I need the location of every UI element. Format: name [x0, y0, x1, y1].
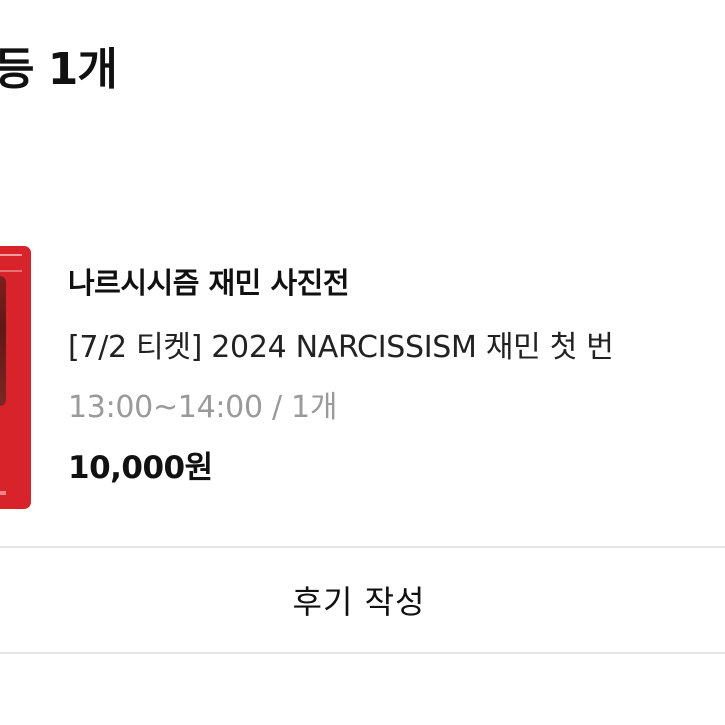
thumbnail-photo: [0, 276, 6, 406]
product-thumbnail[interactable]: [0, 246, 31, 509]
product-name[interactable]: 나르시시즘 재민 사진전: [68, 263, 350, 303]
thumbnail-footer-text: [0, 491, 6, 495]
write-review-label: 후기 작성: [292, 583, 426, 621]
product-time-quantity: 13:00~14:00 / 1개: [68, 390, 338, 425]
product-option-name: [7/2 티켓] 2024 NARCISSISM 재민 첫 번: [68, 330, 614, 365]
thumbnail-title-text: [0, 254, 22, 272]
product-price: 10,000원: [68, 450, 213, 486]
order-item-count-title: 등 1개: [0, 44, 118, 95]
write-review-button[interactable]: 후기 작성: [0, 546, 725, 654]
